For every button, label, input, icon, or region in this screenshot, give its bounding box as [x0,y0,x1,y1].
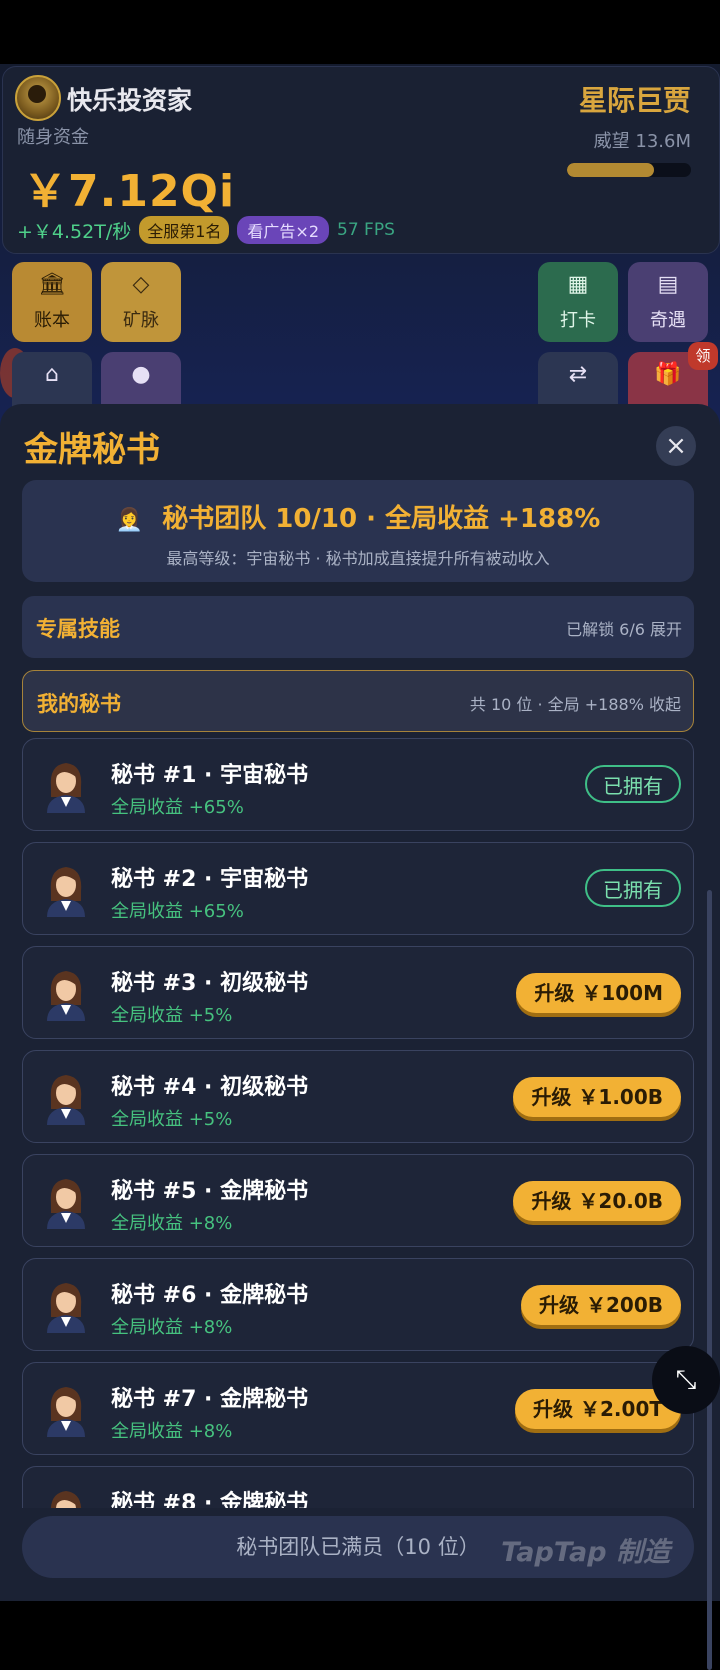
secretary-bonus: 全局收益 +65% [111,797,244,818]
my-secretaries-meta[interactable]: 共 10 位 · 全局 +188% 收起 [470,691,681,715]
upgrade-button[interactable]: 升级 ￥200B [521,1285,681,1325]
player-name: 快乐投资家 [67,86,193,115]
secretary-list[interactable]: 秘书 #1 · 宇宙秘书 全局收益 +65% 已拥有 秘书 #2 · 宇宙秘书 全局收益… [22,738,694,1508]
player-header: 快乐投资家 随身资金 ￥7.12Qi +￥4.52T/秒 全服第1名 看广告×2… [2,66,720,254]
secretary-name: 秘书 #1 · 宇宙秘书 [111,763,309,788]
secretary-card: 秘书 #6 · 金牌秘书全局收益 +8% 升级 ￥200B [22,1258,694,1351]
taptap-watermark: TapTap 制造 [501,1537,670,1568]
upgrade-button[interactable]: 升级 ￥20.0B [513,1181,681,1221]
prestige-value: 威望 13.6M [593,131,691,152]
secretary-avatar-icon [43,1069,89,1125]
income-row: +￥4.52T/秒 全服第1名 看广告×2 57 FPS [17,215,395,245]
modal-title: 金牌秘书 [24,430,160,470]
secretary-bonus: 全局收益 +8% [111,1317,233,1338]
calendar-icon: ▦ [567,272,589,297]
secretary-avatar-icon [43,757,89,813]
planet-icon: ● [131,362,151,387]
player-avatar[interactable] [15,75,61,121]
team-summary-text: 秘书团队 10/10 · 全局收益 +188% [162,504,601,534]
secretary-name: 秘书 #3 · 初级秘书 [111,971,309,996]
secretary-card: 秘书 #5 · 金牌秘书全局收益 +8% 升级 ￥20.0B [22,1154,694,1247]
team-summary: 👩‍💼 秘书团队 10/10 · 全局收益 +188% 最高等级：宇宙秘书 · … [22,480,694,582]
fps-counter: 57 FPS [337,220,395,240]
skills-meta[interactable]: 已解锁 6/6 展开 [566,616,682,640]
skills-title: 专属技能 [36,617,120,641]
mine-label: 矿脉 [123,310,159,331]
secretary-card: 秘书 #7 · 金牌秘书 全局收益 +8% 升级 ￥2.00T [22,1362,694,1455]
my-secretaries-section-header[interactable]: 我的秘书 共 10 位 · 全局 +188% 收起 [22,670,694,732]
secretary-name: 秘书 #5 · 金牌秘书 [111,1179,309,1204]
prestige-progress-fill [567,163,654,177]
secretary-name: 秘书 #7 · 金牌秘书 [111,1387,309,1412]
secretary-bonus: 全局收益 +8% [111,1213,233,1234]
close-icon[interactable]: × [656,426,696,466]
secretary-card: 秘书 #8 · 金牌秘书 [22,1466,694,1508]
rank-title: 星际巨贾 [578,84,691,117]
secretary-card: 秘书 #4 · 初级秘书全局收益 +5% 升级 ￥1.00B [22,1050,694,1143]
checkin-button[interactable]: ▦ 打卡 [538,262,618,342]
secretary-name: 秘书 #2 · 宇宙秘书 [111,867,309,892]
scrollbar[interactable] [707,890,712,1670]
my-secretaries-title: 我的秘书 [37,692,121,716]
status-bar [0,0,720,64]
income-rate: +￥4.52T/秒 [17,220,132,243]
secretary-card: 秘书 #3 · 初级秘书全局收益 +5% 升级 ￥100M [22,946,694,1039]
secretary-bonus: 全局收益 +8% [111,1421,233,1442]
ad-boost-badge[interactable]: 看广告×2 [237,216,330,244]
mine-button[interactable]: ◇ 矿脉 [101,262,181,342]
claim-badge[interactable]: 领 [688,342,718,370]
checkin-label: 打卡 [560,310,596,331]
secretary-bonus: 全局收益 +5% [111,1109,233,1130]
upgrade-button[interactable]: 升级 ￥100M [516,973,681,1013]
secretary-bonus: 全局收益 +65% [111,901,244,922]
skills-section-header[interactable]: 专属技能 已解锁 6/6 展开 [22,596,694,658]
bank-icon: 🏛 [38,272,66,297]
rank-badge: 全服第1名 [139,216,230,244]
secretary-avatar-icon [43,1173,89,1229]
secretary-avatar-icon [43,861,89,917]
cash-label: 随身资金 [17,127,89,148]
secretary-card: 秘书 #2 · 宇宙秘书全局收益 +65% 已拥有 [22,842,694,935]
secretary-avatar-icon [43,1277,89,1333]
secretary-avatar-icon [43,1381,89,1437]
secretary-name: 秘书 #4 · 初级秘书 [111,1075,309,1100]
upgrade-button[interactable]: 升级 ￥1.00B [513,1077,681,1117]
secretary-name: 秘书 #6 · 金牌秘书 [111,1283,309,1308]
encounter-button[interactable]: ▤ 奇遇 [628,262,708,342]
owned-badge: 已拥有 [585,765,681,803]
secretary-card: 秘书 #1 · 宇宙秘书全局收益 +65% 已拥有 [22,738,694,831]
diamond-icon: ◇ [132,272,150,297]
prestige-progress-bar [567,163,691,177]
team-summary-subtitle: 最高等级：宇宙秘书 · 秘书加成直接提升所有被动收入 [166,549,550,568]
cash-amount: ￥7.12Qi [23,166,236,217]
home-icon: ⌂ [45,362,59,387]
secretary-modal: 金牌秘书 × 👩‍💼 秘书团队 10/10 · 全局收益 +188% 最高等级：… [0,404,720,1670]
secretary-name: 秘书 #8 · 金牌秘书 [111,1491,309,1508]
collapse-icon[interactable]: ⤡ [652,1346,720,1414]
swap-icon: ⇄ [568,362,588,387]
encounter-label: 奇遇 [650,310,686,331]
owned-badge: 已拥有 [585,869,681,907]
ledger-button[interactable]: 🏛 账本 [12,262,92,342]
secretary-bonus: 全局收益 +5% [111,1005,233,1026]
secretary-icon: 👩‍💼 [115,508,144,533]
newspaper-icon: ▤ [657,272,679,297]
ledger-label: 账本 [34,310,70,331]
secretary-avatar-icon [43,1485,89,1508]
secretary-avatar-icon [43,965,89,1021]
